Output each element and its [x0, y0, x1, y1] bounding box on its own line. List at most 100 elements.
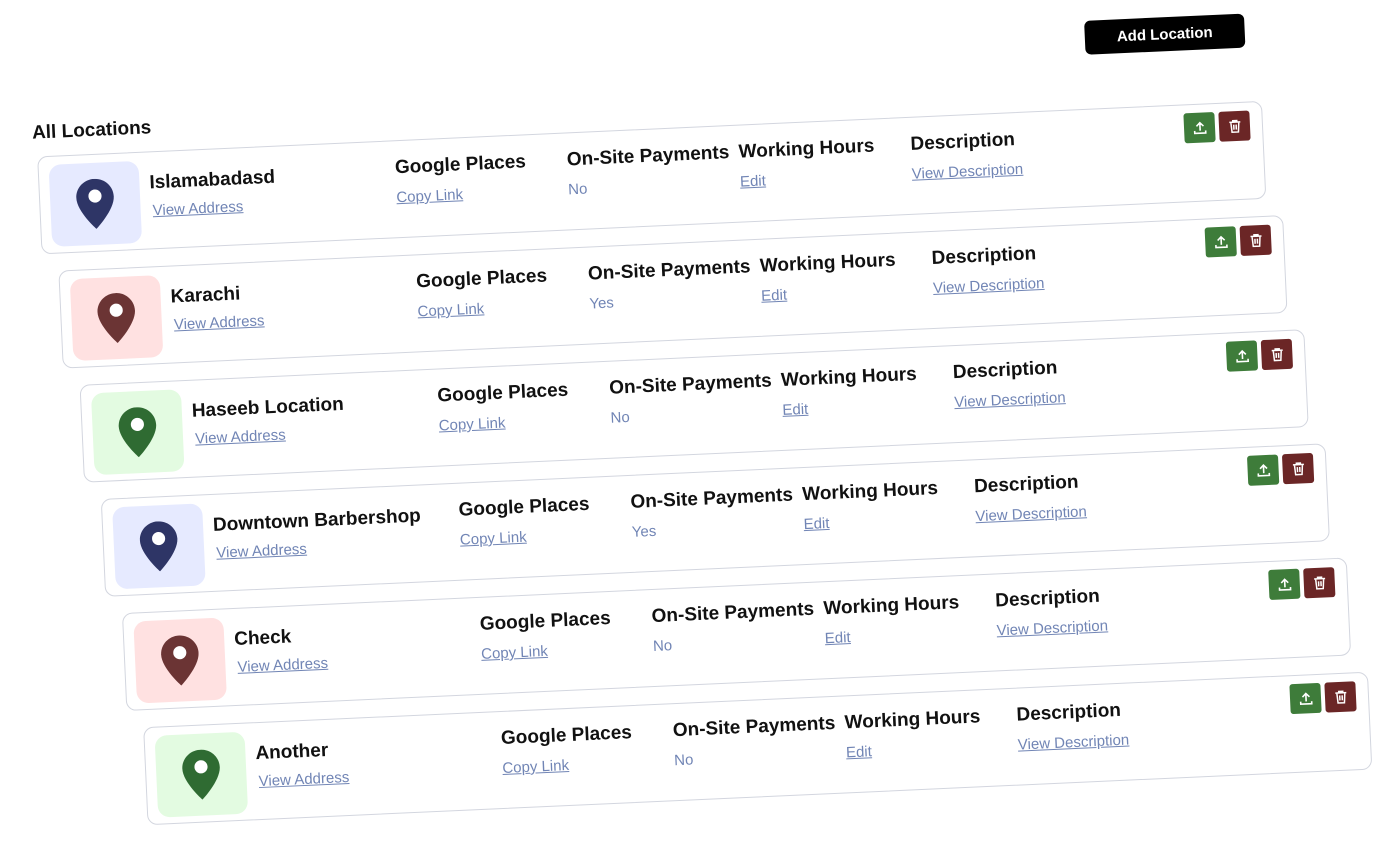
description-label: Description — [931, 243, 1037, 269]
edit-hours-link[interactable]: Edit — [803, 515, 830, 533]
location-name: Karachi — [170, 283, 241, 308]
view-address-link[interactable]: View Address — [195, 426, 286, 447]
description-label: Description — [910, 129, 1016, 155]
add-location-button[interactable]: Add Location — [1084, 13, 1246, 55]
working-hours-label: Working Hours — [759, 249, 897, 277]
edit-hours-link[interactable]: Edit — [761, 287, 788, 305]
delete-button[interactable] — [1303, 567, 1336, 599]
trash-icon — [1292, 462, 1304, 476]
edit-hours-link[interactable]: Edit — [824, 629, 851, 647]
view-address-link[interactable]: View Address — [216, 541, 307, 562]
location-name: Check — [233, 626, 292, 651]
upload-icon — [1278, 578, 1291, 591]
copy-link[interactable]: Copy Link — [481, 643, 548, 663]
view-address-link[interactable]: View Address — [152, 198, 243, 219]
payments-label: On-Site Payments — [587, 256, 751, 285]
payments-value: No — [673, 751, 694, 770]
google-places-label: Google Places — [415, 265, 548, 293]
upload-button[interactable] — [1289, 682, 1322, 715]
delete-button[interactable] — [1324, 681, 1357, 713]
row-actions — [1289, 681, 1357, 715]
edit-hours-link[interactable]: Edit — [846, 743, 873, 761]
payments-label: On-Site Payments — [608, 370, 773, 399]
map-pin-icon — [161, 635, 199, 686]
delete-button[interactable] — [1260, 338, 1294, 371]
view-description-link[interactable]: View Description — [1017, 732, 1129, 754]
payments-label: On-Site Payments — [651, 598, 815, 628]
locations-panel: Add Location All Locations Islamabadasd … — [0, 0, 1388, 841]
working-hours-label: Working Hours — [822, 592, 960, 620]
copy-link[interactable]: Copy Link — [502, 757, 569, 777]
view-address-link[interactable]: View Address — [174, 312, 265, 333]
payments-value: Yes — [589, 294, 615, 313]
payments-label: On-Site Payments — [672, 712, 836, 742]
google-places-label: Google Places — [500, 722, 633, 750]
working-hours-label: Working Hours — [738, 135, 875, 163]
locations-page: Add Location All Locations Islamabadasd … — [0, 0, 1388, 842]
location-pin-tile — [90, 389, 185, 476]
upload-button[interactable] — [1246, 454, 1280, 486]
payments-label: On-Site Payments — [566, 142, 730, 171]
delete-button[interactable] — [1281, 452, 1315, 485]
delete-button[interactable] — [1218, 110, 1251, 142]
map-pin-icon — [118, 407, 157, 458]
google-places-label: Google Places — [394, 151, 527, 179]
row-actions — [1225, 338, 1294, 372]
copy-link[interactable]: Copy Link — [396, 186, 463, 206]
delete-button[interactable] — [1239, 224, 1272, 256]
payments-value: Yes — [631, 522, 657, 541]
upload-icon — [1299, 692, 1313, 706]
row-actions — [1204, 224, 1272, 258]
view-description-link[interactable]: View Description — [975, 503, 1087, 525]
description-label: Description — [1016, 699, 1122, 726]
description-label: Description — [994, 585, 1101, 612]
row-actions — [1246, 452, 1315, 486]
trash-icon — [1334, 690, 1346, 704]
trash-icon — [1228, 119, 1240, 134]
view-address-link[interactable]: View Address — [237, 655, 328, 676]
working-hours-label: Working Hours — [801, 477, 939, 506]
view-description-link[interactable]: View Description — [996, 617, 1108, 639]
payments-value: No — [567, 180, 588, 199]
page-title: All Locations — [31, 117, 152, 144]
edit-hours-link[interactable]: Edit — [740, 172, 767, 190]
trash-icon — [1271, 348, 1283, 362]
upload-button[interactable] — [1225, 340, 1259, 372]
edit-hours-link[interactable]: Edit — [782, 401, 809, 419]
payments-label: On-Site Payments — [629, 484, 794, 513]
payments-value: No — [652, 637, 673, 656]
upload-icon — [1214, 235, 1228, 249]
map-pin-icon — [97, 293, 135, 344]
trash-icon — [1313, 576, 1325, 590]
view-description-link[interactable]: View Description — [933, 275, 1045, 297]
map-pin-icon — [182, 749, 220, 800]
upload-button[interactable] — [1204, 226, 1237, 258]
map-pin-icon — [76, 178, 114, 229]
description-label: Description — [952, 357, 1058, 384]
upload-button[interactable] — [1268, 568, 1301, 601]
view-address-link[interactable]: View Address — [258, 769, 349, 790]
trash-icon — [1249, 233, 1262, 248]
working-hours-label: Working Hours — [844, 706, 981, 734]
payments-value: No — [610, 408, 631, 427]
row-actions — [1183, 110, 1251, 144]
google-places-label: Google Places — [458, 493, 590, 521]
copy-link[interactable]: Copy Link — [460, 529, 527, 549]
view-description-link[interactable]: View Description — [911, 161, 1023, 183]
row-actions — [1268, 567, 1336, 601]
upload-icon — [1256, 464, 1270, 477]
location-pin-tile — [112, 503, 206, 590]
copy-link[interactable]: Copy Link — [417, 300, 484, 320]
copy-link[interactable]: Copy Link — [438, 415, 505, 435]
upload-icon — [1235, 349, 1249, 363]
location-name: Downtown Barbershop — [212, 505, 422, 536]
description-label: Description — [973, 471, 1079, 498]
google-places-label: Google Places — [436, 379, 569, 407]
working-hours-label: Working Hours — [780, 363, 918, 391]
view-description-link[interactable]: View Description — [954, 389, 1066, 411]
upload-button[interactable] — [1183, 112, 1216, 144]
location-name: Islamabadasd — [148, 166, 276, 194]
location-pin-tile — [133, 617, 227, 704]
location-pin-tile — [48, 160, 143, 247]
location-name: Another — [254, 739, 329, 765]
